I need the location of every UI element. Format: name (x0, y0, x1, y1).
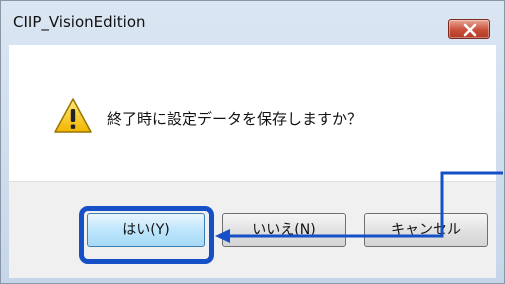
yes-button-highlight (79, 206, 214, 264)
dialog-content: 終了時に設定データを保存しますか？ (9, 45, 496, 181)
window-title: CIIP_VisionEdition (13, 13, 146, 31)
close-button[interactable] (448, 19, 490, 39)
close-icon (463, 23, 477, 37)
cancel-button[interactable]: キャンセル (364, 213, 488, 247)
no-button[interactable]: いいえ(N) (222, 213, 346, 247)
dialog-message: 終了時に設定データを保存しますか？ (107, 110, 363, 128)
title-bar[interactable]: CIIP_VisionEdition (1, 1, 504, 45)
warning-icon (54, 98, 92, 133)
